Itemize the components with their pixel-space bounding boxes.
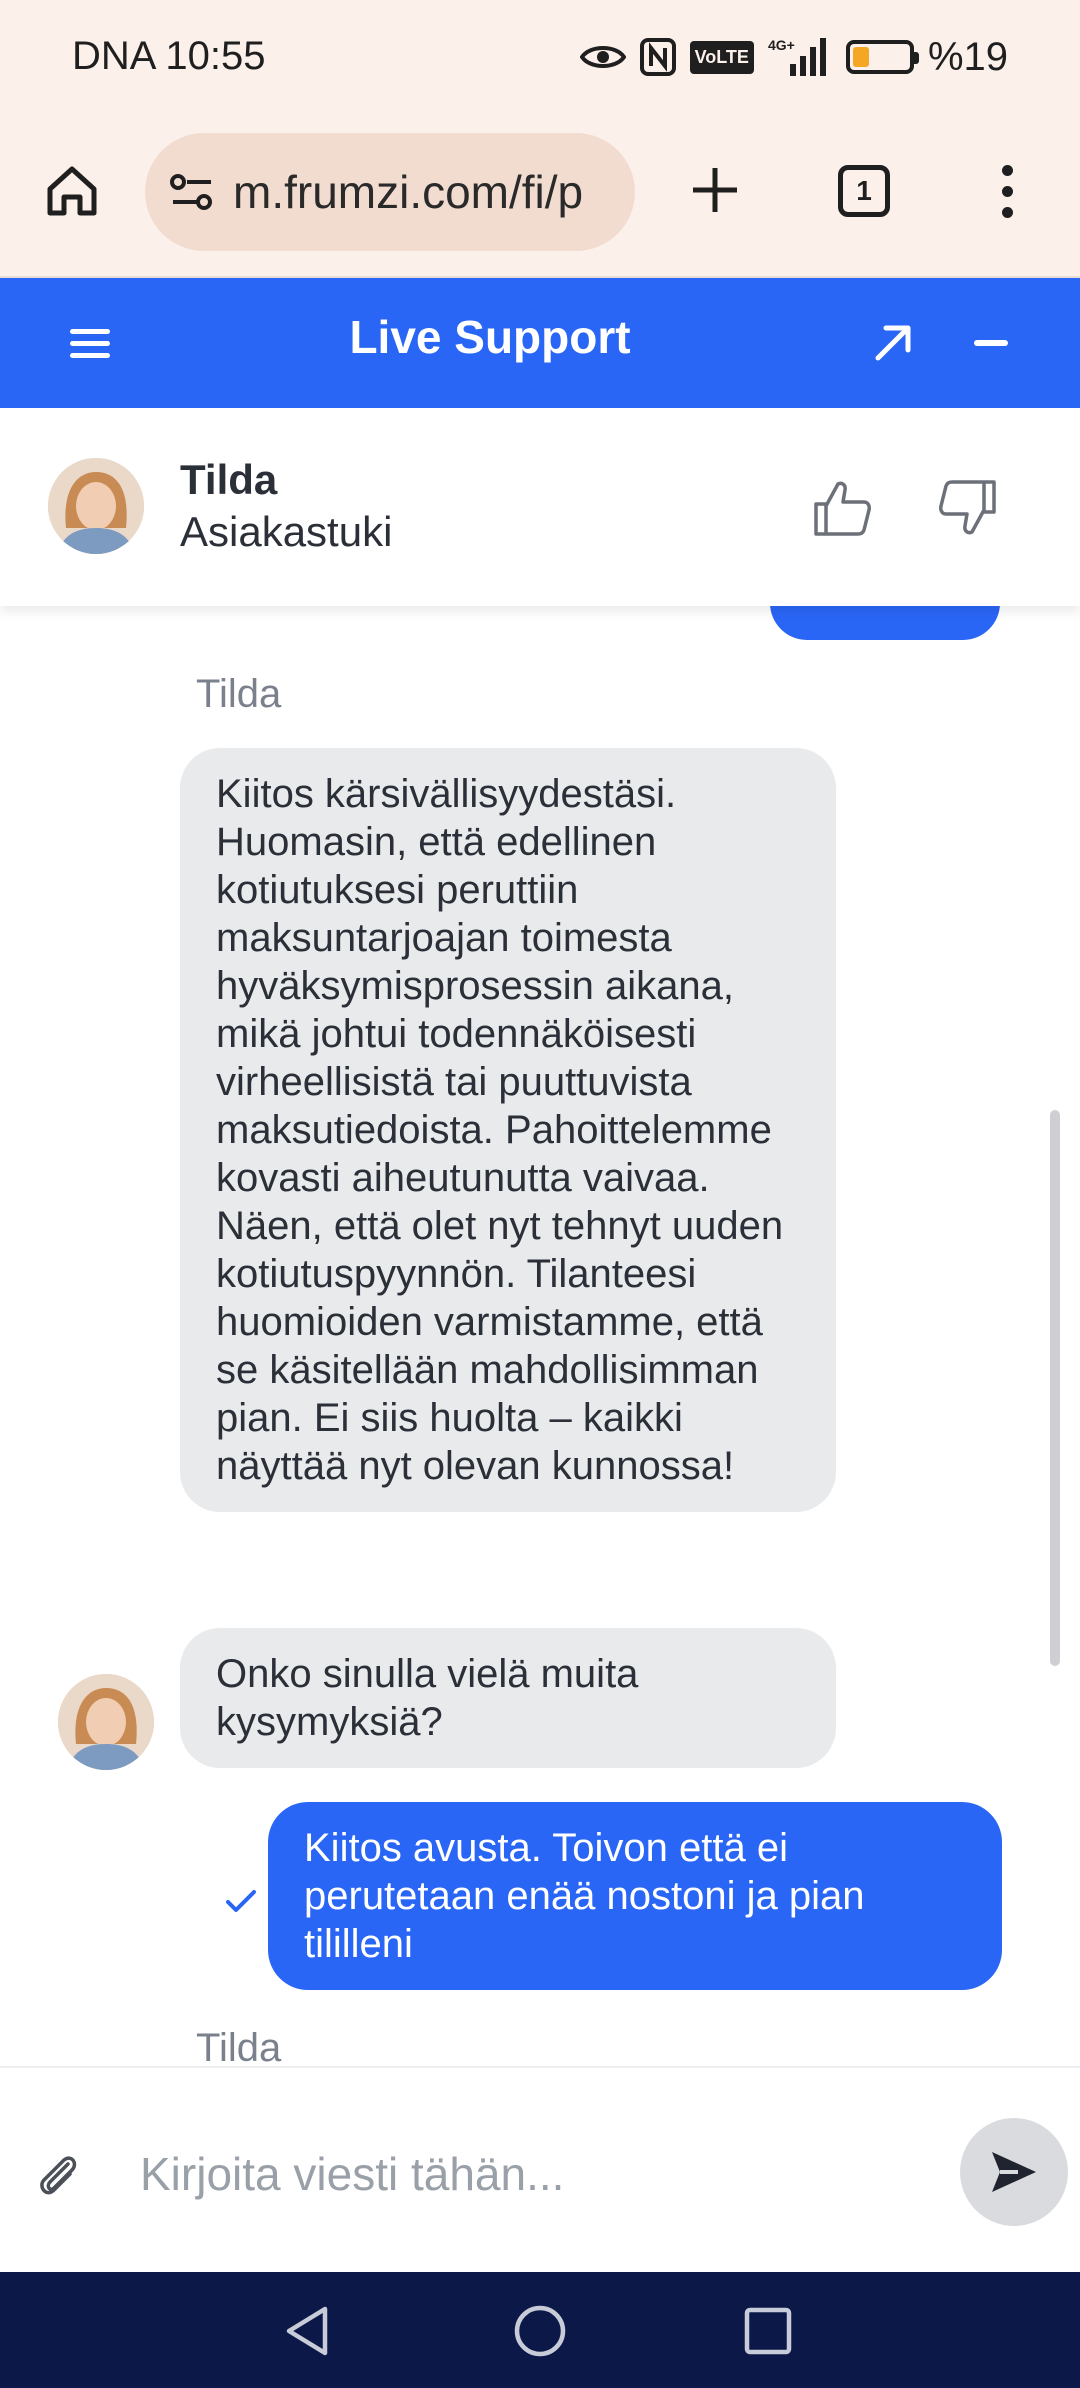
battery-icon <box>845 40 919 74</box>
agent-avatar-small <box>58 1674 154 1770</box>
home-button[interactable] <box>36 155 108 227</box>
expand-icon[interactable] <box>872 322 914 364</box>
eye-icon <box>579 42 626 72</box>
new-tab-button[interactable] <box>680 155 750 225</box>
message-composer <box>0 2066 1080 2272</box>
chat-header: Live Support <box>0 278 1080 408</box>
recents-button[interactable] <box>733 2296 803 2366</box>
site-settings-icon[interactable] <box>169 172 215 212</box>
thumbs-up-icon[interactable] <box>810 476 874 540</box>
sent-check-icon <box>226 1890 256 1912</box>
kebab-dot <box>1001 164 1013 176</box>
message-input[interactable] <box>140 2138 920 2210</box>
volte-icon: VoLTE <box>689 40 754 74</box>
chat-scrollbar[interactable] <box>1050 1110 1060 1666</box>
home-nav-button[interactable] <box>505 2296 575 2366</box>
url-text: m.frumzi.com/fi/p <box>233 166 584 218</box>
chat-title: Live Support <box>349 311 631 363</box>
sender-label: Tilda <box>196 2026 282 2066</box>
home-icon <box>47 166 97 216</box>
outgoing-message: Kiitos avusta. Toivon että ei perutetaan… <box>268 1802 1002 1990</box>
back-icon <box>286 2306 328 2356</box>
plus-icon <box>693 168 737 212</box>
agent-role: Asiakastuki <box>180 508 393 555</box>
minimize-button[interactable] <box>974 340 1008 346</box>
kebab-dot <box>1001 185 1013 197</box>
agent-header: Tilda Asiakastuki <box>0 408 1080 606</box>
tab-switcher-button[interactable]: 1 <box>838 165 890 217</box>
kebab-dot <box>1001 206 1013 218</box>
battery-percent: %19 <box>927 34 1008 79</box>
system-nav-bar <box>0 2272 1080 2388</box>
incoming-message: Onko sinulla vielä muita kysymyksiä? <box>180 1628 836 1768</box>
sender-label: Tilda <box>196 672 282 716</box>
thumbs-down-icon[interactable] <box>936 476 1000 540</box>
incoming-message: Kiitos kärsivällisyydestäsi. Huomasin, e… <box>180 748 836 1512</box>
status-icons: VoLTE 4G+ %19 <box>579 34 1008 80</box>
back-button[interactable] <box>272 2296 342 2366</box>
nfc-icon <box>639 38 676 76</box>
status-bar: DNA 10:55 VoLTE 4G+ %19 <box>0 0 1080 125</box>
circle-home-icon <box>514 2305 566 2357</box>
send-button[interactable] <box>960 2118 1068 2226</box>
agent-avatar <box>48 458 144 554</box>
more-options-button[interactable] <box>982 155 1032 227</box>
square-recents-icon <box>744 2307 792 2355</box>
agent-name: Tilda <box>180 456 278 503</box>
send-icon <box>992 2152 1036 2192</box>
previous-outgoing-bubble <box>770 606 1000 640</box>
screen: DNA 10:55 VoLTE 4G+ %19 m.frumzi.com/fi/… <box>0 0 1080 2388</box>
address-bar[interactable]: m.frumzi.com/fi/p <box>145 133 635 251</box>
carrier-time: DNA 10:55 <box>72 34 266 78</box>
browser-toolbar: m.frumzi.com/fi/p 1 <box>0 125 1080 278</box>
signal-label: 4G+ <box>768 37 795 53</box>
battery-level <box>852 47 869 67</box>
paperclip-icon[interactable] <box>34 2146 82 2202</box>
chat-messages[interactable]: Tilda Kiitos kärsivällisyydestäsi. Huoma… <box>0 606 1080 2066</box>
signal-icon: 4G+ <box>768 36 832 78</box>
